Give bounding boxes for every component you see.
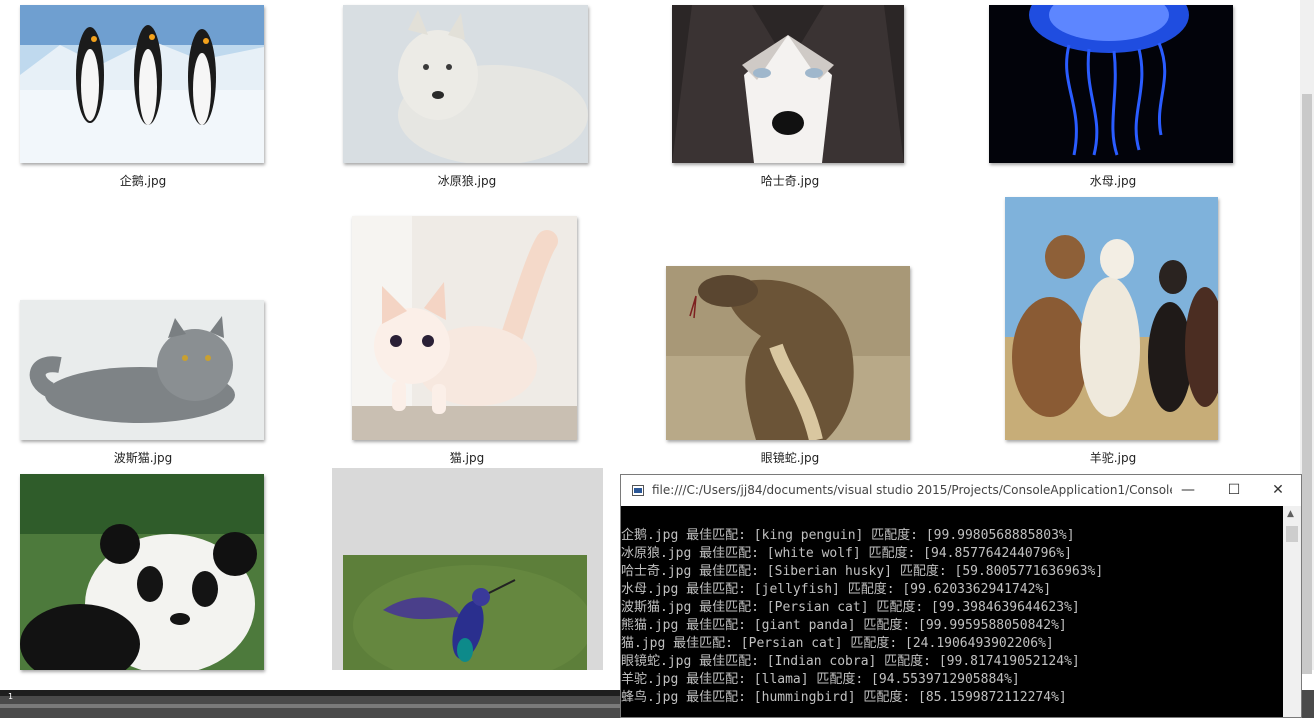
penguin-photo-icon: [20, 5, 264, 163]
file-name[interactable]: 猫.jpg: [367, 449, 567, 466]
console-line: 蜂鸟.jpg 最佳匹配: [hummingbird] 匹配度: [85.1599…: [621, 690, 1067, 705]
console-line: 波斯猫.jpg 最佳匹配: [Persian cat] 匹配度: [99.398…: [621, 600, 1080, 615]
console-app-icon[interactable]: [632, 485, 644, 496]
kitten-photo-icon: [352, 216, 577, 440]
close-button[interactable]: ✕: [1255, 475, 1301, 506]
thumbnail-kitten[interactable]: [352, 216, 577, 440]
thumbnail-penguin[interactable]: [20, 5, 264, 163]
file-name[interactable]: 波斯猫.jpg: [43, 449, 243, 466]
thumbnail-jellyfish[interactable]: [989, 5, 1233, 163]
husky-photo-icon: [672, 5, 904, 163]
console-line: 羊驼.jpg 最佳匹配: [llama] 匹配度: [94.5539712905…: [621, 672, 1020, 687]
minimize-button[interactable]: —: [1165, 475, 1211, 506]
console-line: 企鹅.jpg 最佳匹配: [king penguin] 匹配度: [99.998…: [621, 528, 1075, 543]
console-line: 眼镜蛇.jpg 最佳匹配: [Indian cobra] 匹配度: [99.81…: [621, 654, 1080, 669]
cobra-photo-icon: [666, 266, 910, 440]
console-title: file:///C:/Users/jj84/documents/visual s…: [652, 483, 1172, 497]
console-line: 哈士奇.jpg 最佳匹配: [Siberian husky] 匹配度: [59.…: [621, 564, 1104, 579]
thumbnail-panda[interactable]: [20, 474, 264, 670]
file-name[interactable]: 企鹅.jpg: [43, 172, 243, 189]
jellyfish-photo-icon: [989, 5, 1233, 163]
console-line: 熊猫.jpg 最佳匹配: [giant panda] 匹配度: [99.9959…: [621, 618, 1067, 633]
file-name[interactable]: 冰原狼.jpg: [367, 172, 567, 189]
alpaca-photo-icon: [1005, 197, 1218, 440]
taskbar-stripe: [0, 690, 620, 696]
console-scrollbar-thumb[interactable]: [1286, 526, 1298, 542]
gallery-scrollbar-thumb[interactable]: [1302, 94, 1312, 674]
file-name[interactable]: 哈士奇.jpg: [690, 172, 890, 189]
panda-photo-icon: [20, 474, 264, 670]
console-line: 水母.jpg 最佳匹配: [jellyfish] 匹配度: [99.620336…: [621, 582, 1052, 597]
console-window[interactable]: file:///C:/Users/jj84/documents/visual s…: [620, 474, 1302, 718]
file-name[interactable]: 羊驼.jpg: [1013, 449, 1213, 466]
console-line: 猫.jpg 最佳匹配: [Persian cat] 匹配度: [24.19064…: [621, 636, 1054, 651]
gallery-scrollbar[interactable]: [1300, 0, 1314, 674]
console-titlebar[interactable]: file:///C:/Users/jj84/documents/visual s…: [621, 475, 1301, 506]
thumbnail-persian-cat[interactable]: [20, 300, 264, 440]
thumbnail-white-wolf[interactable]: [343, 5, 588, 163]
thumbnail-hummingbird[interactable]: [343, 555, 587, 670]
console-line: 冰原狼.jpg 最佳匹配: [white wolf] 匹配度: [94.8577…: [621, 546, 1072, 561]
file-name[interactable]: 眼镜蛇.jpg: [690, 449, 890, 466]
taskbar-stripe-lower: [0, 704, 620, 708]
thumbnail-cobra[interactable]: [666, 266, 910, 440]
thumbnail-alpaca[interactable]: [1005, 197, 1218, 440]
white-wolf-photo-icon: [343, 5, 588, 163]
scroll-up-arrow-icon[interactable]: ▲: [1287, 509, 1294, 519]
thumbnail-husky[interactable]: [672, 5, 904, 163]
hummingbird-photo-icon: [343, 555, 587, 670]
file-name[interactable]: 水母.jpg: [1013, 172, 1213, 189]
maximize-button[interactable]: ☐: [1211, 475, 1257, 506]
taskbar-label: 1: [8, 692, 14, 701]
console-scrollbar[interactable]: ▲: [1283, 506, 1301, 717]
console-output[interactable]: 企鹅.jpg 最佳匹配: [king penguin] 匹配度: [99.998…: [621, 506, 1283, 717]
persian-cat-photo-icon: [20, 300, 264, 440]
